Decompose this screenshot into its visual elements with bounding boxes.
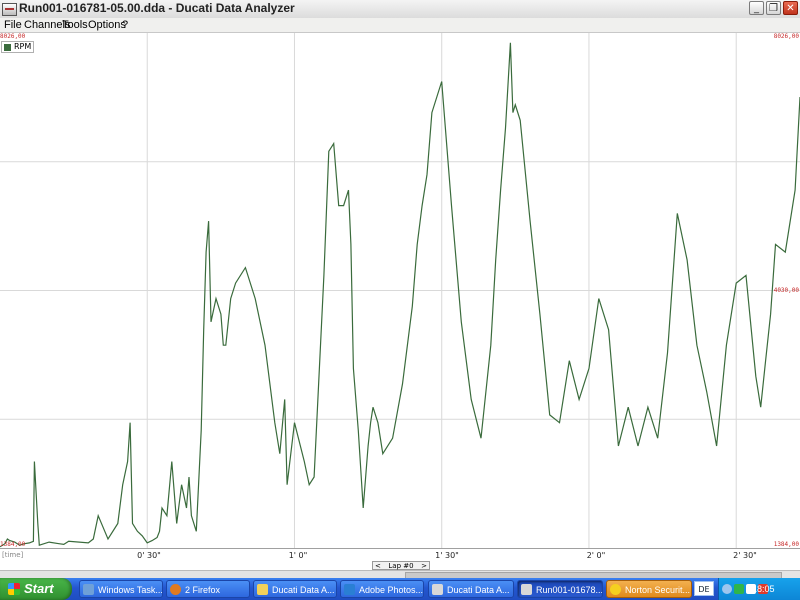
rpm-chart[interactable]: [0, 33, 800, 548]
y-max-label-left: 8026,00: [0, 33, 26, 40]
start-button[interactable]: Start: [0, 578, 72, 600]
taskbar-item-ducati-folder[interactable]: Ducati Data A...: [253, 580, 337, 598]
menu-bar: File Channels Tools Options ?: [0, 18, 800, 33]
taskbar-item-adobe-photoshop[interactable]: Adobe Photos...: [340, 580, 424, 598]
language-indicator[interactable]: DE: [694, 581, 714, 596]
minimize-button[interactable]: _: [749, 1, 764, 15]
x-tick-label: 0' 30": [137, 551, 161, 560]
app-window-icon: [432, 584, 443, 595]
taskbar-item-firefox[interactable]: 2 Firefox: [166, 580, 250, 598]
menu-help[interactable]: ?: [122, 18, 128, 32]
taskbar-item-norton-security[interactable]: Norton Securit...: [606, 580, 692, 598]
app-icon: [2, 3, 17, 16]
y-min-label-left: 1384,00: [0, 541, 26, 548]
clock: 18:05: [752, 584, 775, 594]
close-button[interactable]: ✕: [783, 1, 798, 15]
x-tick-label: 1' 0": [288, 551, 308, 560]
lap-selector[interactable]: < Lap #0 >: [372, 561, 430, 570]
x-tick-label: 2' 0": [586, 551, 606, 560]
chart-legend: RPM: [1, 41, 35, 53]
y-min-label-right: 1384,00: [773, 541, 799, 548]
x-tick-label: 2' 30": [733, 551, 757, 560]
rpm-series-line: [0, 42, 800, 548]
title-bar[interactable]: Run001-016781-05.00.dda - Ducati Data An…: [0, 0, 800, 19]
task-manager-icon: [83, 584, 94, 595]
folder-icon: [257, 584, 268, 595]
lap-prev-button[interactable]: <: [375, 562, 381, 570]
time-axis: [time] 0' 30" 1' 0" 1' 30" 2' 0" 2' 30" …: [0, 548, 800, 571]
x-tick-label: 1' 30": [435, 551, 459, 560]
rpm-plot-area[interactable]: RPM 8026,00 8026,00 4030,00 1384,00 1384…: [0, 33, 800, 548]
chart-grid: [0, 33, 800, 548]
photoshop-icon: [344, 584, 355, 595]
taskbar: Start Windows Task... 2 Firefox Ducati D…: [0, 578, 800, 600]
legend-swatch-rpm: [4, 43, 11, 51]
window-title: Run001-016781-05.00.dda - Ducati Data An…: [19, 1, 295, 15]
time-unit-label: [time]: [2, 551, 24, 559]
taskbar-item-windows-task-manager[interactable]: Windows Task...: [79, 580, 163, 598]
tray-back-icon[interactable]: [722, 584, 732, 594]
taskbar-item-ducati-data-analyzer[interactable]: Ducati Data A...: [428, 580, 514, 598]
firefox-icon: [170, 584, 181, 595]
network-icon[interactable]: [734, 584, 744, 594]
taskbar-item-run001[interactable]: Run001-01678...: [517, 580, 603, 598]
y-max-label-right: 8026,00: [773, 33, 799, 40]
y-mid-label-right: 4030,00: [773, 287, 799, 294]
norton-icon: [610, 584, 621, 595]
menu-tools[interactable]: Tools: [62, 18, 88, 32]
menu-file[interactable]: File: [4, 18, 22, 32]
maximize-button[interactable]: ❐: [766, 1, 781, 15]
windows-logo-icon: [8, 583, 20, 595]
legend-label-rpm: RPM: [14, 42, 32, 51]
app-window-icon: [521, 584, 532, 595]
lap-label: Lap #0: [388, 562, 414, 570]
lap-next-button[interactable]: >: [421, 562, 427, 570]
menu-options[interactable]: Options: [88, 18, 126, 32]
